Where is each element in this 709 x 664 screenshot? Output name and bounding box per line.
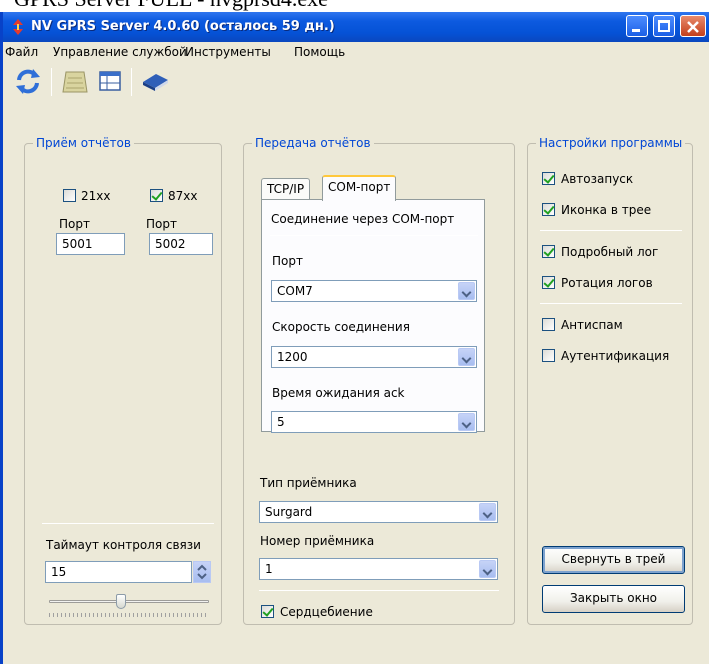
report-button[interactable]	[60, 66, 90, 96]
settings-group: Настройки программы Автозапуск Иконка в …	[527, 136, 693, 625]
maximize-icon	[658, 20, 670, 32]
divider	[42, 523, 214, 524]
receiver-number-label: Номер приёмника	[260, 534, 375, 548]
tab-com-port[interactable]: COM-порт	[322, 175, 397, 201]
ch21xx-label: 21xx	[81, 189, 111, 203]
timeout-spinner[interactable]	[193, 561, 211, 583]
spinner-arrows-icon	[197, 564, 207, 580]
auth-label: Аутентификация	[561, 349, 670, 363]
log-rotation-checkbox[interactable]	[542, 276, 555, 289]
port2-input[interactable]: 5002	[149, 233, 213, 255]
chevron-down-icon[interactable]	[479, 503, 496, 521]
ack-select[interactable]: 5	[271, 411, 477, 433]
tray-icon-label: Иконка в трее	[561, 203, 652, 217]
divider	[540, 230, 682, 231]
log-rotation-label: Ротация логов	[561, 276, 653, 290]
page-caption: GPRS Server FULL - nvgprsd4.exe	[0, 0, 709, 12]
divider	[540, 303, 682, 304]
ch21xx-checkbox[interactable]	[63, 189, 76, 202]
chevron-down-icon[interactable]	[458, 282, 475, 300]
grid-button[interactable]	[95, 66, 125, 96]
com-heading: Соединение через COM-порт	[271, 212, 455, 226]
speed-value: 1200	[277, 350, 308, 364]
transfer-group-title: Передача отчётов	[252, 136, 374, 150]
heartbeat-checkbox[interactable]	[261, 605, 274, 618]
receiver-type-value: Surgard	[265, 505, 313, 519]
menu-service[interactable]: Управление службой	[53, 45, 187, 59]
timeout-label: Таймаут контроля связи	[46, 538, 201, 552]
receiver-number-value: 1	[265, 562, 273, 576]
toolbar-separator	[131, 68, 132, 96]
tab-tcpip[interactable]: TCP/IP	[261, 178, 311, 200]
antispam-label: Антиспам	[561, 318, 623, 332]
refresh-button[interactable]	[13, 66, 43, 96]
timeout-input[interactable]: 15	[45, 561, 192, 583]
minimize-to-tray-button[interactable]: Свернуть в трей	[542, 546, 685, 574]
port2-label: Порт	[146, 217, 177, 231]
title-bar[interactable]: NV GPRS Server 4.0.60 (осталось 59 дн.)	[3, 12, 709, 42]
refresh-icon	[16, 69, 40, 94]
receiver-type-label: Тип приёмника	[260, 476, 357, 490]
menu-tools[interactable]: Инструменты	[185, 45, 271, 59]
receiver-type-select[interactable]: Surgard	[259, 501, 498, 523]
toolbar	[3, 62, 709, 100]
maximize-window-button[interactable]	[653, 15, 675, 37]
book-icon	[143, 74, 168, 91]
close-window-panel-button[interactable]: Закрыть окно	[542, 585, 685, 613]
com-port-select[interactable]: COM7	[271, 280, 477, 302]
autostart-checkbox[interactable]	[542, 172, 555, 185]
com-port-label: Порт	[272, 254, 303, 268]
close-icon	[687, 21, 699, 33]
report-icon	[62, 71, 88, 93]
heartbeat-label: Сердцебиение	[280, 605, 373, 619]
timeout-slider-track[interactable]	[49, 600, 209, 603]
chevron-down-icon[interactable]	[458, 413, 475, 431]
toolbar-separator	[51, 68, 52, 96]
slider-ticks	[49, 613, 209, 617]
port1-input[interactable]: 5001	[56, 233, 125, 255]
chevron-down-icon[interactable]	[458, 348, 475, 366]
menu-bar: Файл Управление службой Инструменты Помо…	[3, 42, 709, 62]
port1-label: Порт	[59, 217, 90, 231]
help-book-button[interactable]	[140, 66, 170, 96]
divider	[259, 590, 499, 591]
reception-group: Приём отчётов 21xx 87xx Порт Порт 5001 5…	[24, 136, 222, 625]
chevron-down-icon[interactable]	[479, 560, 496, 578]
settings-group-title: Настройки программы	[536, 136, 686, 150]
timeout-slider-thumb[interactable]	[116, 594, 126, 609]
speed-select[interactable]: 1200	[271, 346, 477, 368]
ack-value: 5	[277, 415, 285, 429]
com-port-panel: Соединение через COM-порт Порт COM7 Скор…	[261, 199, 485, 433]
reception-group-title: Приём отчётов	[33, 136, 134, 150]
auth-checkbox[interactable]	[542, 349, 555, 362]
verbose-log-checkbox[interactable]	[542, 245, 555, 258]
ch87xx-checkbox[interactable]	[150, 189, 163, 202]
close-window-button[interactable]	[680, 15, 706, 37]
menu-help[interactable]: Помощь	[294, 45, 345, 59]
menu-file[interactable]: Файл	[5, 45, 38, 59]
minimize-window-button[interactable]	[626, 15, 648, 37]
window-title: NV GPRS Server 4.0.60 (осталось 59 дн.)	[31, 19, 335, 34]
minimize-icon	[632, 29, 640, 32]
grid-icon	[99, 71, 121, 91]
app-window: NV GPRS Server 4.0.60 (осталось 59 дн.) …	[0, 12, 709, 664]
transfer-group: Передача отчётов TCP/IP COM-порт Соедине…	[243, 136, 515, 625]
app-icon	[13, 19, 23, 35]
divider	[270, 235, 478, 236]
ch87xx-label: 87xx	[168, 189, 198, 203]
antispam-checkbox[interactable]	[542, 318, 555, 331]
verbose-log-label: Подробный лог	[561, 245, 659, 259]
com-port-value: COM7	[277, 284, 313, 298]
tray-icon-checkbox[interactable]	[542, 203, 555, 216]
speed-label: Скорость соединения	[272, 320, 410, 334]
autostart-label: Автозапуск	[561, 172, 634, 186]
ack-label: Время ожидания ack	[272, 386, 405, 400]
receiver-number-select[interactable]: 1	[259, 558, 498, 580]
